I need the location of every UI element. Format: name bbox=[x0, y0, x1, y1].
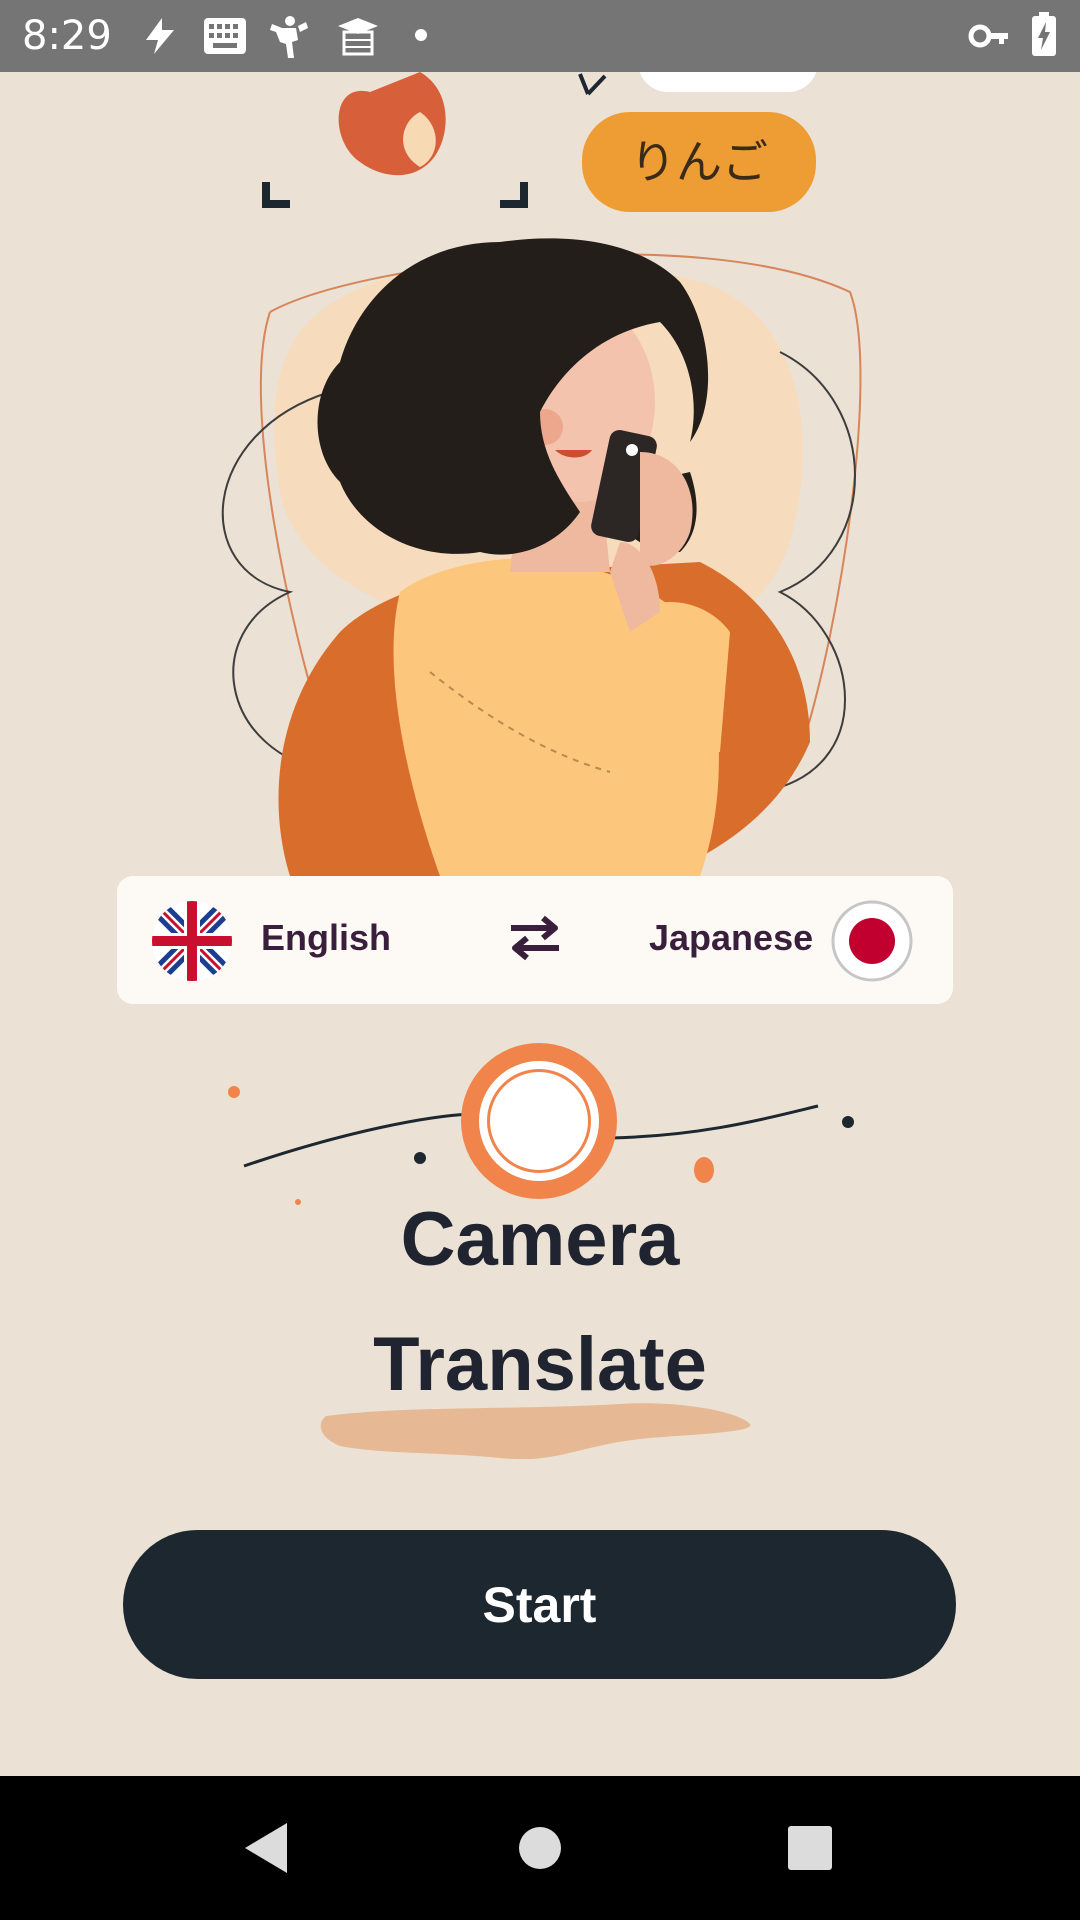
japan-flag-icon[interactable] bbox=[831, 900, 913, 986]
recents-icon[interactable] bbox=[730, 1776, 890, 1920]
hero-illustration: りんご bbox=[0, 72, 1080, 876]
uk-flag-icon[interactable] bbox=[151, 900, 233, 986]
dot-icon bbox=[414, 28, 428, 42]
school-icon bbox=[336, 14, 380, 58]
home-icon[interactable] bbox=[460, 1776, 620, 1920]
keyboard-icon bbox=[202, 14, 248, 58]
flash-icon bbox=[138, 14, 182, 58]
status-time: 8:29 bbox=[22, 13, 112, 59]
status-bar: 8:29 bbox=[0, 0, 1080, 72]
target-language-label[interactable]: Japanese bbox=[649, 916, 813, 960]
shutter-decoration bbox=[200, 1030, 880, 1220]
title-camera: Camera bbox=[400, 1197, 680, 1282]
navigation-bar bbox=[0, 1776, 1080, 1920]
source-language-label[interactable]: English bbox=[261, 916, 391, 960]
speech-bubble-text: りんご bbox=[630, 135, 768, 189]
title-translate: Translate bbox=[373, 1322, 707, 1407]
language-selector: English Japanese bbox=[117, 876, 953, 1004]
back-icon[interactable] bbox=[186, 1776, 346, 1920]
fitness-icon bbox=[266, 14, 312, 60]
shutter-button[interactable] bbox=[461, 1043, 617, 1199]
start-button[interactable]: Start bbox=[123, 1530, 956, 1679]
vpn-key-icon bbox=[968, 14, 1012, 58]
swap-arrows-icon[interactable] bbox=[507, 914, 563, 966]
battery-charging-icon bbox=[1030, 12, 1058, 58]
girl-with-phone-illustration bbox=[221, 72, 862, 876]
